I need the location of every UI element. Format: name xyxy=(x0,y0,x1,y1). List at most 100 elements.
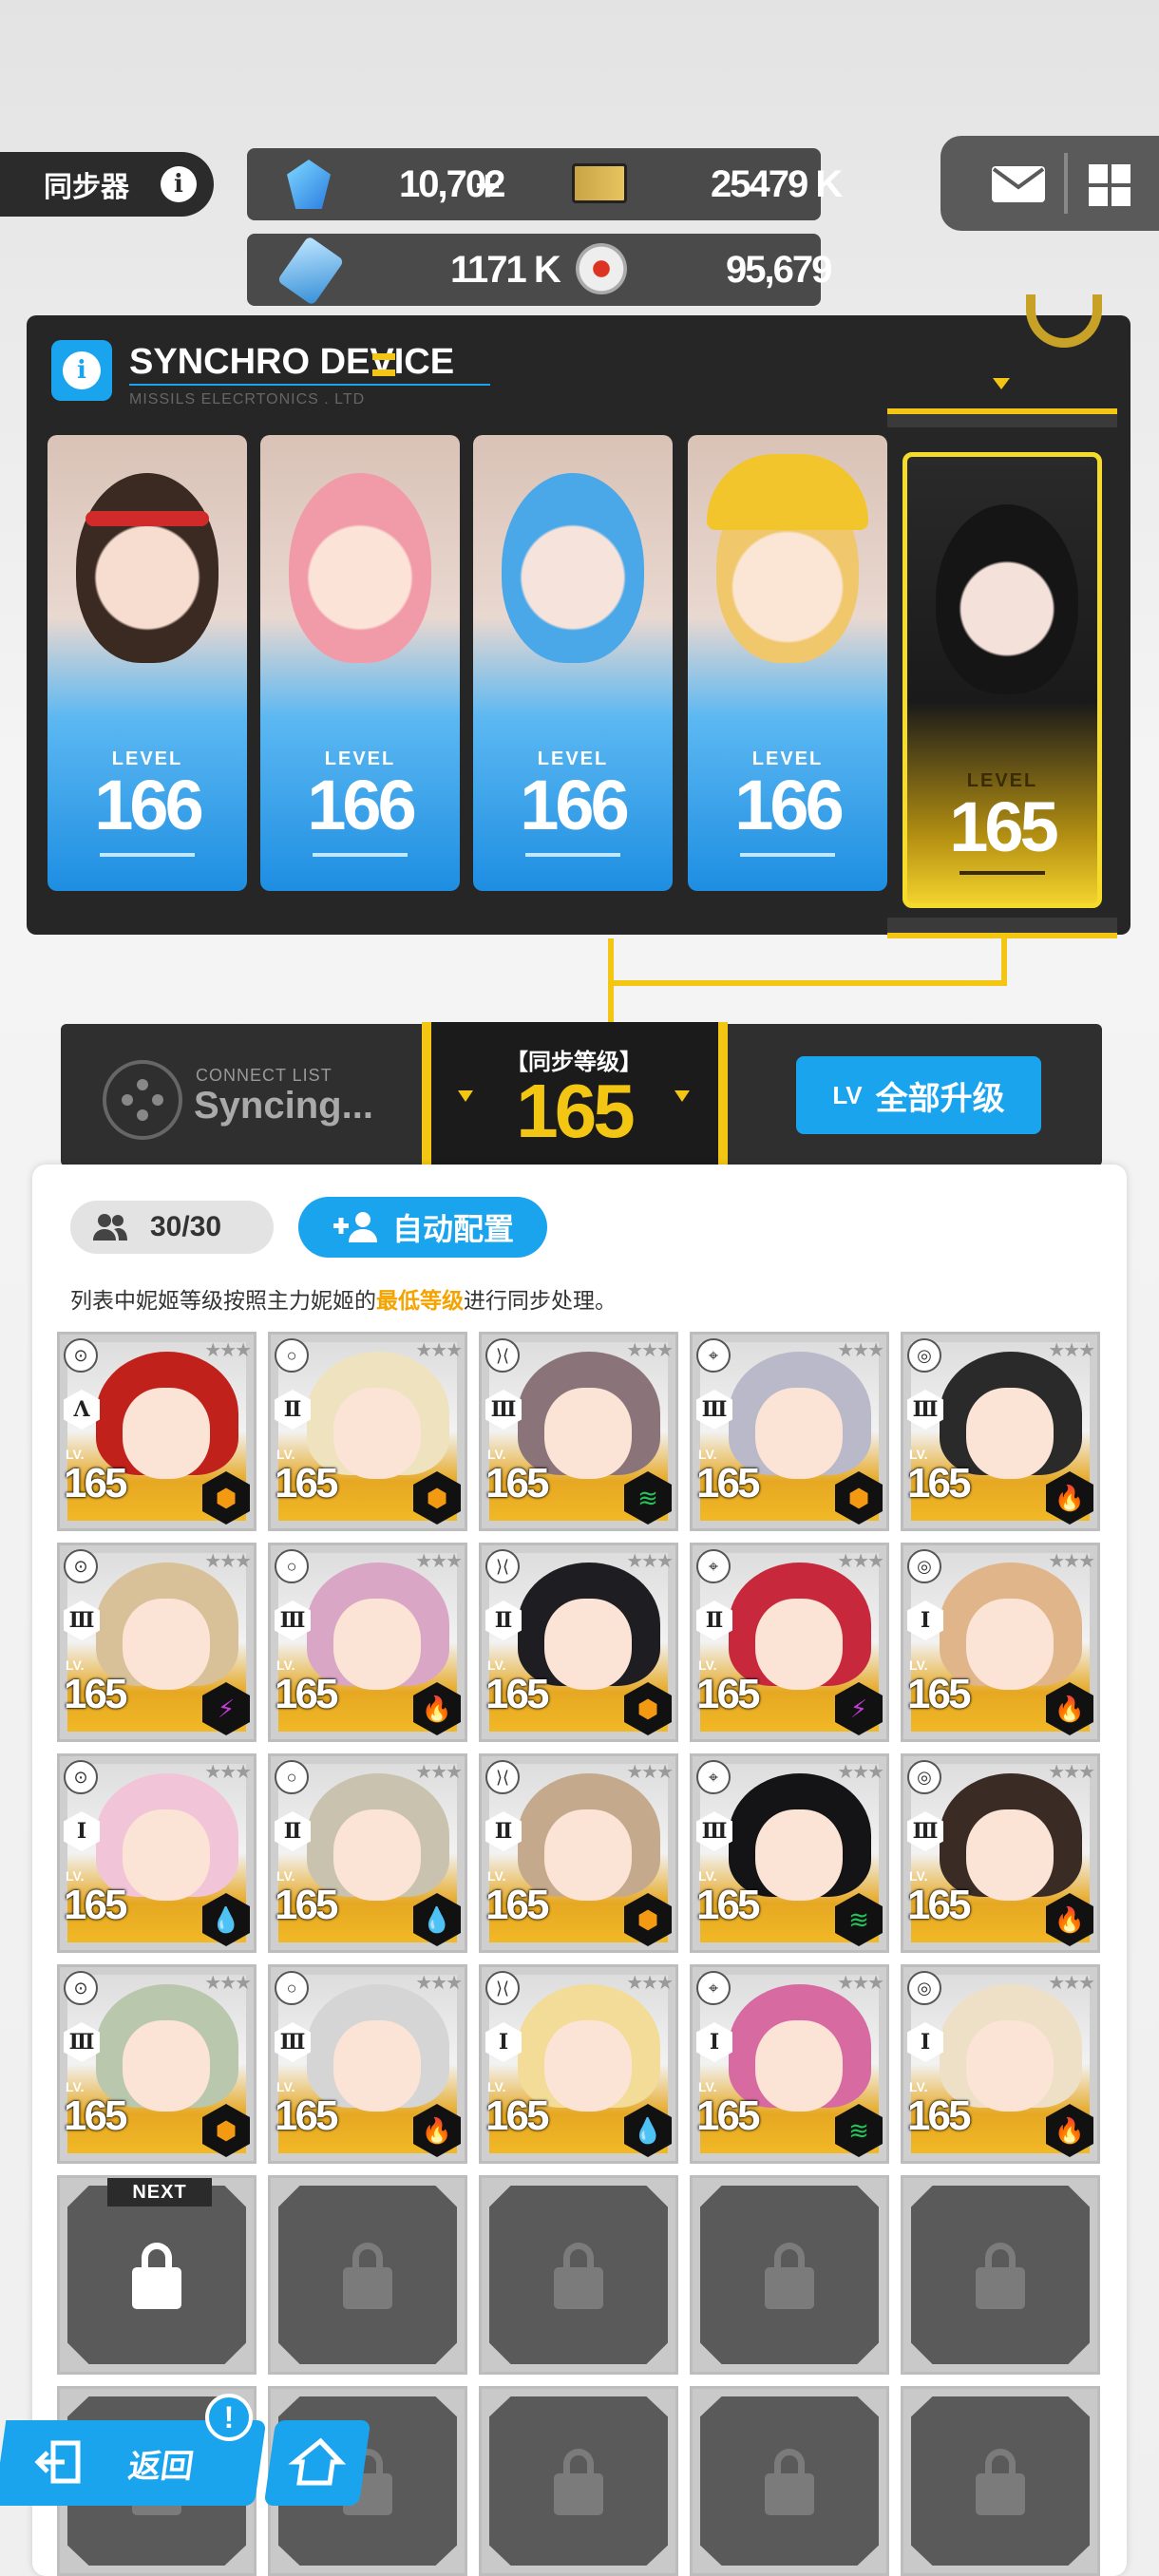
device-info-icon[interactable]: i xyxy=(51,340,112,401)
star-rating-icon: ★★★ xyxy=(1048,1340,1095,1361)
nikke-level: 165 xyxy=(696,1882,760,1928)
nikke-slot[interactable]: ○ ★★★ Ⅱ LV. 165 💧 xyxy=(268,1753,467,1953)
star-rating-icon: ★★★ xyxy=(415,1340,463,1361)
add-user-icon xyxy=(332,1212,377,1242)
weapon-class-icon: ⊙ xyxy=(64,1338,98,1373)
nikke-level: 165 xyxy=(64,2093,127,2139)
nikke-level: 165 xyxy=(485,2093,549,2139)
next-locked-slot[interactable]: NEXT xyxy=(57,2175,256,2375)
unit-level: 166 xyxy=(94,766,203,844)
lock-icon xyxy=(976,2243,1025,2309)
locked-slot[interactable] xyxy=(479,2175,678,2375)
top-right-menu xyxy=(940,136,1159,231)
nikke-level: 165 xyxy=(907,1882,971,1928)
nikke-slot[interactable]: ◎ ★★★ Ⅲ LV. 165 🔥 xyxy=(901,1753,1100,1953)
star-rating-icon: ★★★ xyxy=(204,1762,252,1783)
auto-assign-label: 自动配置 xyxy=(391,1211,514,1247)
upgrade-all-label: 全部升级 xyxy=(875,1079,1005,1118)
home-icon xyxy=(288,2437,347,2486)
locked-slot[interactable] xyxy=(268,2175,467,2375)
star-rating-icon: ★★★ xyxy=(415,1551,463,1572)
unit-level: 166 xyxy=(307,766,416,844)
weapon-class-icon: ○ xyxy=(275,1338,309,1373)
main-unit-card-5-lowest[interactable]: LEVEL 165 xyxy=(902,452,1102,908)
nikke-slot[interactable]: ⌖ ★★★ Ⅲ LV. 165 ⬢ xyxy=(690,1332,889,1531)
menu-lines-icon xyxy=(372,353,395,376)
weapon-class-icon: ⌖ xyxy=(696,1549,731,1583)
nikke-slot[interactable]: ⊙ ★★★ Ⅲ LV. 165 ⬢ xyxy=(57,1964,256,2164)
nikke-level: 165 xyxy=(275,1882,338,1928)
locked-slot[interactable] xyxy=(901,2386,1100,2576)
star-rating-icon: ★★★ xyxy=(415,1973,463,1994)
nikke-level: 165 xyxy=(485,1882,549,1928)
mail-icon[interactable] xyxy=(992,166,1045,202)
main-unit-card-1[interactable]: LEVEL 166 xyxy=(48,435,247,891)
nikke-slot[interactable]: ⊙ ★★★ Ⅲ LV. 165 ⚡ xyxy=(57,1543,256,1742)
locked-slot[interactable] xyxy=(690,2175,889,2375)
nikke-slot[interactable]: ⟩⟨ ★★★ Ⅱ LV. 165 ⬢ xyxy=(479,1753,678,1953)
nikke-slot[interactable]: ○ ★★★ Ⅲ LV. 165 🔥 xyxy=(268,1964,467,2164)
weapon-class-icon: ⊙ xyxy=(64,1549,98,1583)
page-tag-label: 同步器 xyxy=(44,171,129,204)
nikke-slot[interactable]: ⊙ ★★★ Ⅰ LV. 165 💧 xyxy=(57,1753,256,1953)
weapon-class-icon: ⌖ xyxy=(696,1338,731,1373)
nikke-slot[interactable]: ◎ ★★★ Ⅰ LV. 165 🔥 xyxy=(901,1964,1100,2164)
locked-slot[interactable] xyxy=(901,2175,1100,2375)
main-unit-card-4[interactable]: LEVEL 166 xyxy=(688,435,887,891)
locked-slot[interactable] xyxy=(690,2386,889,2576)
nikke-slot[interactable]: ⌖ ★★★ Ⅰ LV. 165 ≋ xyxy=(690,1964,889,2164)
nikke-level: 165 xyxy=(696,2093,760,2139)
nikke-slot[interactable]: ◎ ★★★ Ⅰ LV. 165 🔥 xyxy=(901,1543,1100,1742)
info-icon[interactable]: i xyxy=(161,166,197,202)
weapon-class-icon: ⟩⟨ xyxy=(485,1338,520,1373)
grid-menu-icon[interactable] xyxy=(1089,164,1130,206)
home-button[interactable] xyxy=(263,2420,371,2506)
nikke-level: 165 xyxy=(907,1460,971,1506)
star-rating-icon: ★★★ xyxy=(626,1551,674,1572)
upgrade-all-button[interactable]: LV 全部升级 xyxy=(796,1056,1041,1134)
slot-count-pill: 30/30 xyxy=(70,1201,274,1254)
weapon-class-icon: ⌖ xyxy=(696,1971,731,2005)
nikke-slot[interactable]: ⟩⟨ ★★★ Ⅱ LV. 165 ⬢ xyxy=(479,1543,678,1742)
sync-note: 列表中妮姬等级按照主力妮姬的最低等级进行同步处理。 xyxy=(70,1289,617,1314)
star-rating-icon: ★★★ xyxy=(204,1340,252,1361)
core-dust-orb-icon xyxy=(576,243,627,294)
nikke-slot[interactable]: ⌖ ★★★ Ⅱ LV. 165 ⚡ xyxy=(690,1543,889,1742)
locked-slot[interactable] xyxy=(479,2386,678,2576)
weapon-class-icon: ⟩⟨ xyxy=(485,1549,520,1583)
auto-assign-button[interactable]: 自动配置 xyxy=(298,1197,547,1258)
star-rating-icon: ★★★ xyxy=(837,1762,884,1783)
connect-status: Syncing... xyxy=(194,1085,373,1127)
nikke-slot[interactable]: ⟩⟨ ★★★ Ⅲ LV. 165 ≋ xyxy=(479,1332,678,1531)
battle-data-count: 1171 K xyxy=(450,249,561,291)
selected-arrow-icon xyxy=(993,378,1010,389)
exit-icon xyxy=(34,2437,84,2487)
nikke-slot[interactable]: ⟩⟨ ★★★ Ⅰ LV. 165 💧 xyxy=(479,1964,678,2164)
credit-count: 25479 K xyxy=(711,163,843,205)
main-unit-card-3[interactable]: LEVEL 166 xyxy=(473,435,673,891)
nikke-level: 165 xyxy=(64,1882,127,1928)
weapon-class-icon: ◎ xyxy=(907,1971,941,2005)
lock-icon xyxy=(976,2449,1025,2515)
lock-icon xyxy=(554,2449,603,2515)
people-icon xyxy=(93,1214,127,1241)
nikke-level: 165 xyxy=(907,1671,971,1717)
buy-gems-button[interactable]: + xyxy=(475,160,501,211)
weapon-class-icon: ⊙ xyxy=(64,1971,98,2005)
nikke-slot[interactable]: ⊙ ★★★ Λ LV. 165 ⬢ xyxy=(57,1332,256,1531)
weapon-class-icon: ◎ xyxy=(907,1549,941,1583)
lock-icon xyxy=(132,2243,181,2309)
nikke-slot[interactable]: ◎ ★★★ Ⅲ LV. 165 🔥 xyxy=(901,1332,1100,1531)
lock-icon xyxy=(765,2449,814,2515)
nikke-slot[interactable]: ○ ★★★ Ⅱ LV. 165 ⬢ xyxy=(268,1332,467,1531)
main-unit-card-2[interactable]: LEVEL 166 xyxy=(260,435,460,891)
connector-line xyxy=(608,980,1007,986)
nikke-slot[interactable]: ⌖ ★★★ Ⅲ LV. 165 ≋ xyxy=(690,1753,889,1953)
star-rating-icon: ★★★ xyxy=(837,1340,884,1361)
nikke-level: 165 xyxy=(64,1460,127,1506)
weapon-class-icon: ⟩⟨ xyxy=(485,1971,520,2005)
nikke-level: 165 xyxy=(696,1460,760,1506)
title-underline xyxy=(129,384,490,386)
nikke-slot[interactable]: ○ ★★★ Ⅲ LV. 165 🔥 xyxy=(268,1543,467,1742)
weapon-class-icon: ⟩⟨ xyxy=(485,1760,520,1794)
